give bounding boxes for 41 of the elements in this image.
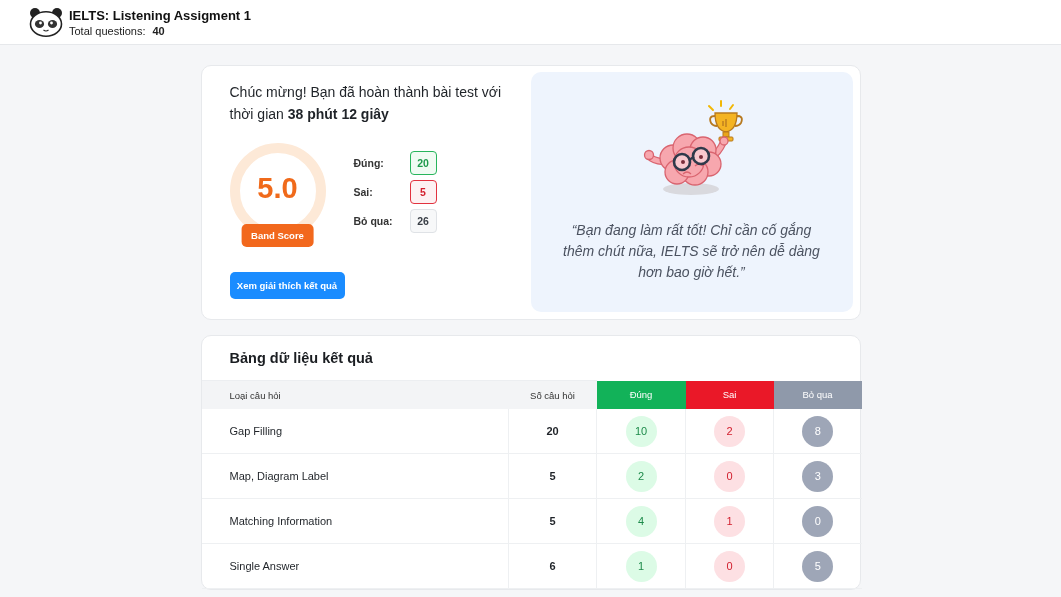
correct-count: 4: [625, 505, 657, 537]
panda-logo-icon: [29, 7, 63, 37]
skipped-count: 8: [802, 415, 834, 447]
view-explanation-button[interactable]: Xem giải thích kết quả: [229, 272, 345, 299]
band-score-label: Band Score: [241, 224, 314, 247]
question-type-cell: Gap Filling: [201, 409, 509, 454]
stat-label: Bỏ qua:: [353, 215, 394, 227]
total-questions-label: Total questions:: [69, 24, 146, 37]
skipped-count: 5: [802, 550, 834, 582]
stat-value: 20: [409, 151, 437, 175]
wrong-count: 0: [714, 550, 745, 582]
encouragement-quote: “Bạn đang làm rất tốt! Chỉ cần cố gắng thêm chút nữa, IELTS sẽ trở nên dễ dàng hơn bao giờ hết.”: [562, 221, 821, 282]
assignment-title: IELTS: Listening Assigment 1: [69, 7, 252, 23]
wrong-count: 1: [714, 505, 745, 537]
wrong-count: 0: [714, 460, 745, 492]
question-count-cell: 5: [508, 498, 597, 544]
question-count-cell: 6: [508, 543, 597, 589]
correct-count: 10: [625, 415, 657, 447]
column-header: Số câu hỏi: [508, 380, 597, 409]
stat-value: 26: [409, 209, 437, 233]
results-table-title: Bảng dữ liệu kết quả: [229, 350, 374, 366]
correct-count: 2: [625, 460, 657, 492]
question-type-cell: Map, Diagram Label: [201, 453, 509, 499]
total-questions-value: 40: [152, 24, 165, 37]
question-type-cell: Matching Information: [201, 498, 509, 544]
band-score: 5.0: [257, 171, 298, 205]
question-count-cell: 5: [508, 453, 597, 499]
skipped-count: 3: [802, 460, 834, 492]
wrong-count: 2: [714, 415, 745, 447]
column-header: Loại câu hỏi: [201, 380, 509, 409]
stat-value: 5: [409, 180, 437, 204]
stat-label: Đúng:: [353, 157, 385, 169]
column-header: Sai: [685, 380, 774, 409]
completion-message: Chúc mừng! Bạn đã hoàn thành bài test với thời gian 38 phút 12 giây: [229, 83, 502, 124]
skipped-count: 0: [802, 505, 834, 537]
column-header: Bỏ qua: [773, 380, 862, 409]
correct-count: 1: [625, 550, 657, 582]
column-header: Đúng: [596, 380, 686, 409]
question-count-cell: 20: [508, 409, 597, 454]
question-type-cell: Single Answer: [201, 543, 509, 589]
stat-label: Sai:: [353, 186, 374, 198]
